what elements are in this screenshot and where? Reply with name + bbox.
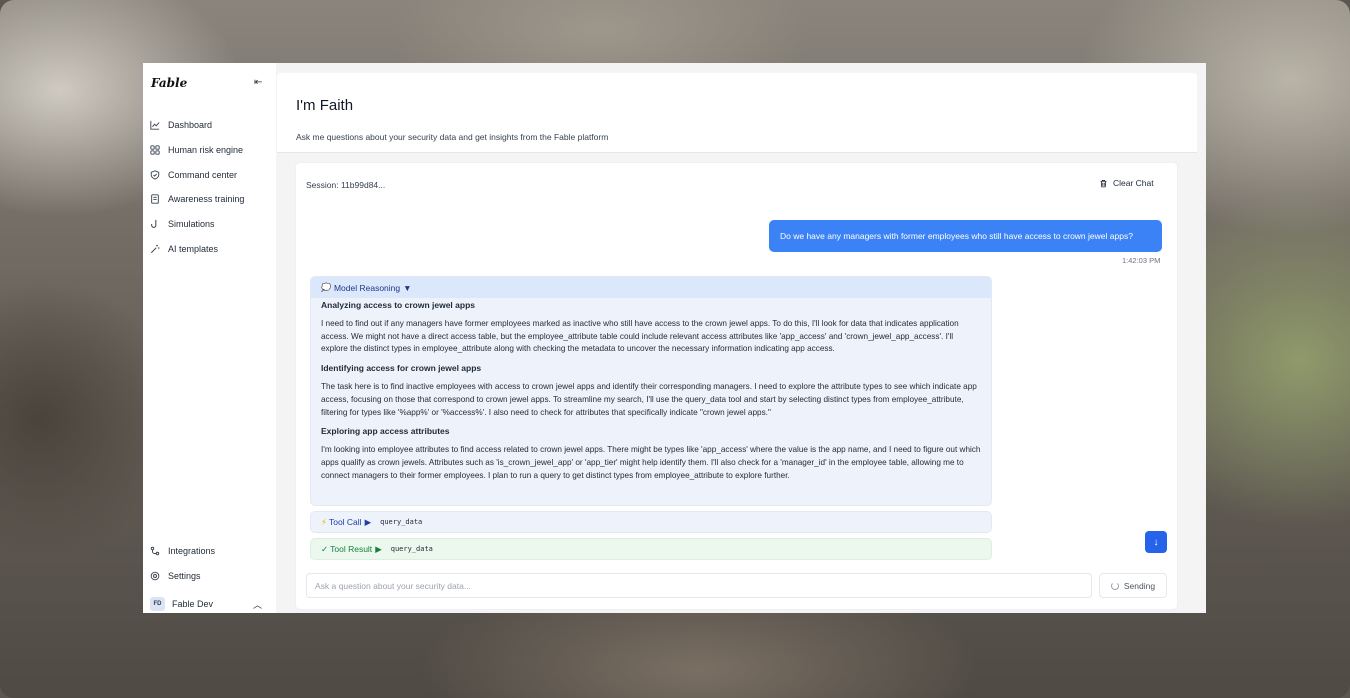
sidebar-bottom-nav: Integrations Settings	[143, 539, 276, 588]
sidebar: Fable ⇤ Dashboard Human risk engine Comm…	[143, 63, 276, 613]
message-timestamp: 1:42:03 PM	[1122, 256, 1161, 265]
sidebar-item-human-risk-engine[interactable]: Human risk engine	[143, 138, 276, 163]
sidebar-item-label: Awareness training	[168, 194, 245, 205]
sidebar-item-ai-templates[interactable]: AI templates	[143, 236, 276, 261]
sidebar-item-label: Command center	[168, 169, 238, 180]
avatar: FD	[150, 597, 165, 611]
sidebar-item-label: Human risk engine	[168, 145, 244, 156]
user-message-text: Do we have any managers with former empl…	[780, 231, 1133, 241]
scroll-to-bottom-button[interactable]: ↓	[1145, 531, 1167, 553]
session-id: Session: 11b99d84...	[306, 180, 386, 190]
caret-right-icon: ▶	[375, 543, 382, 554]
reasoning-paragraph: The task here is to find inactive employ…	[321, 382, 977, 417]
chevron-up-icon[interactable]: ︿	[253, 598, 262, 611]
main-content: I'm Faith Ask me questions about your se…	[276, 63, 1206, 613]
reasoning-paragraph: I need to find out if any managers have …	[321, 319, 959, 354]
reasoning-paragraph: I'm looking into employee attributes to …	[321, 445, 981, 480]
settings-icon	[150, 571, 160, 581]
send-button-label: Sending	[1123, 580, 1156, 591]
reasoning-heading: Analyzing access to crown jewel apps	[321, 300, 475, 310]
clear-chat-label: Clear Chat	[1113, 178, 1154, 188]
page-subtitle: Ask me questions about your security dat…	[296, 132, 609, 142]
page-header: I'm Faith Ask me questions about your se…	[277, 73, 1197, 153]
lightning-icon: ⚡	[321, 516, 327, 527]
sidebar-item-integrations[interactable]: Integrations	[143, 539, 276, 564]
model-reasoning-panel: 💭 Model Reasoning ▼ Analyzing access to …	[310, 276, 992, 506]
clear-chat-button[interactable]: Clear Chat	[1099, 178, 1154, 188]
check-icon: ✓	[321, 543, 329, 554]
sidebar-item-command-center[interactable]: Command center	[143, 162, 276, 187]
arrow-down-icon: ↓	[1153, 536, 1159, 548]
caret-down-icon: ▼	[403, 282, 412, 293]
user-name: Fable Dev	[172, 599, 214, 609]
sidebar-item-label: Dashboard	[168, 120, 213, 131]
user-message-bubble: Do we have any managers with former empl…	[769, 220, 1162, 252]
tool-call-toggle[interactable]: ⚡ Tool Call ▶ query_data	[310, 511, 992, 533]
sidebar-item-simulations[interactable]: Simulations	[143, 212, 276, 237]
tool-result-label: Tool Result	[330, 544, 373, 554]
tool-result-name: query_data	[390, 545, 433, 553]
sidebar-item-label: Simulations	[168, 219, 215, 230]
app-window: Fable ⇤ Dashboard Human risk engine Comm…	[143, 63, 1206, 613]
sidebar-item-label: AI templates	[168, 243, 219, 254]
model-reasoning-toggle[interactable]: 💭 Model Reasoning ▼	[311, 277, 991, 298]
model-reasoning-label: Model Reasoning	[333, 282, 401, 293]
book-icon	[150, 194, 160, 205]
sidebar-nav: Dashboard Human risk engine Command cent…	[143, 113, 276, 261]
collapse-sidebar-icon[interactable]: ⇤	[254, 77, 262, 88]
wand-icon	[150, 244, 160, 254]
grid-icon	[150, 145, 160, 155]
hook-icon	[150, 219, 160, 229]
model-reasoning-body: Analyzing access to crown jewel apps I n…	[311, 298, 991, 482]
user-menu[interactable]: FD Fable Dev ︿	[150, 597, 262, 611]
send-button[interactable]: Sending	[1099, 573, 1167, 598]
sidebar-item-label: Integrations	[168, 546, 216, 557]
reasoning-heading: Identifying access for crown jewel apps	[321, 363, 482, 374]
shield-icon	[150, 170, 160, 180]
sidebar-item-dashboard[interactable]: Dashboard	[143, 113, 276, 138]
chat-input[interactable]	[306, 573, 1092, 598]
caret-right-icon: ▶	[364, 516, 372, 527]
fable-logo[interactable]: Fable	[151, 76, 187, 90]
chart-line-icon	[150, 120, 160, 130]
trash-icon	[1100, 179, 1107, 187]
loading-spinner-icon	[1110, 581, 1119, 590]
integrations-icon	[150, 546, 160, 556]
tool-result-toggle[interactable]: ✓ Tool Result ▶ query_data	[310, 538, 992, 560]
chat-panel: Session: 11b99d84... Clear Chat Do we ha…	[296, 163, 1177, 609]
tool-call-label: Tool Call	[328, 517, 362, 527]
sidebar-item-label: Settings	[168, 571, 201, 582]
tool-call-name: query_data	[380, 518, 423, 526]
sidebar-item-settings[interactable]: Settings	[143, 564, 276, 589]
page-title: I'm Faith	[296, 97, 354, 114]
reasoning-heading: Exploring app access attributes	[321, 426, 450, 437]
thought-bubble-icon: 💭	[321, 283, 331, 292]
sidebar-item-awareness-training[interactable]: Awareness training	[143, 187, 276, 212]
